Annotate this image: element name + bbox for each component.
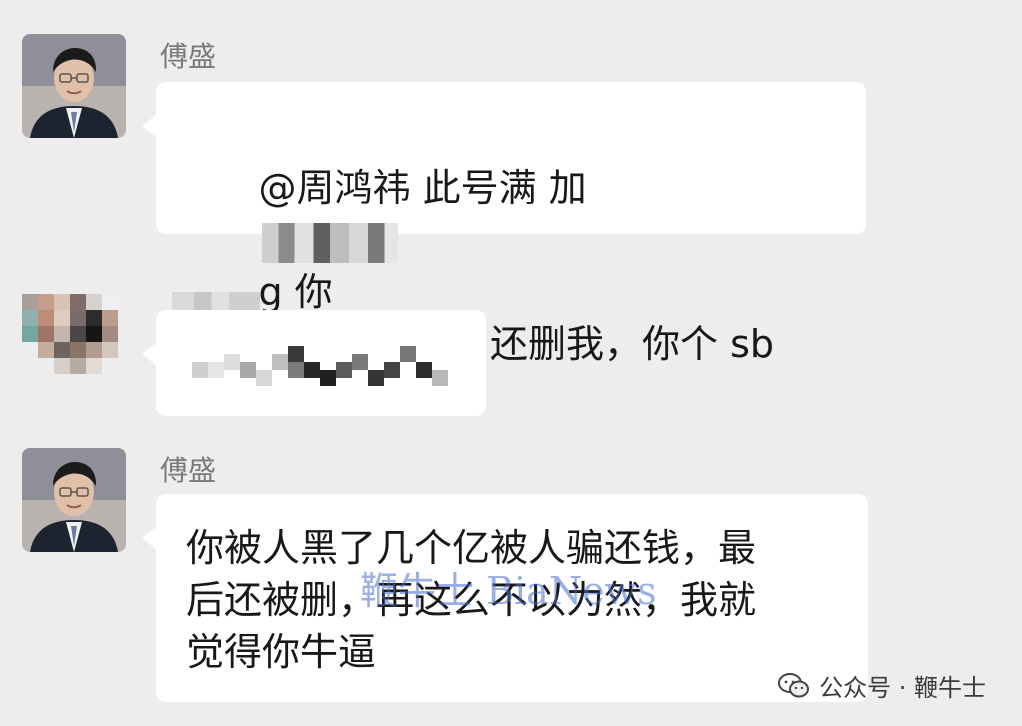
message-bubble[interactable]: 你被人黑了几个亿被人骗还钱，最 后还被删，再这么不以为然，我就 觉得你牛逼 [142,494,868,702]
sender-name: 傅盛 [160,454,217,487]
source-label: 公众号 · 鞭牛士 [819,674,986,702]
profile-photo-icon [22,448,126,552]
avatar[interactable] [22,34,126,138]
message-text-part: @周鸿祎 此号满 加 [258,166,587,210]
pixelated-avatar-icon [22,294,118,374]
sender-name: 傅盛 [160,40,217,73]
avatar[interactable] [22,448,126,552]
wechat-icon [778,672,810,697]
profile-photo-icon [22,34,126,138]
avatar[interactable] [22,294,134,380]
chat-window: 傅盛 @周鸿祎 此号满 加 g 你 欠我钱，非不还，还删我，你个 sb [0,0,1022,726]
sender-name [172,292,260,310]
message-bubble[interactable] [142,310,486,416]
redacted-content-icon [192,346,448,386]
source-label-container: 公众号 · 鞭牛士 [777,668,986,703]
message-text: 你被人黑了几个亿被人骗还钱，最 后还被删，再这么不以为然，我就 觉得你牛逼 [186,526,757,674]
message-bubble[interactable]: @周鸿祎 此号满 加 g 你 欠我钱，非不还，还删我，你个 sb [142,82,866,366]
redacted-content [262,222,399,263]
